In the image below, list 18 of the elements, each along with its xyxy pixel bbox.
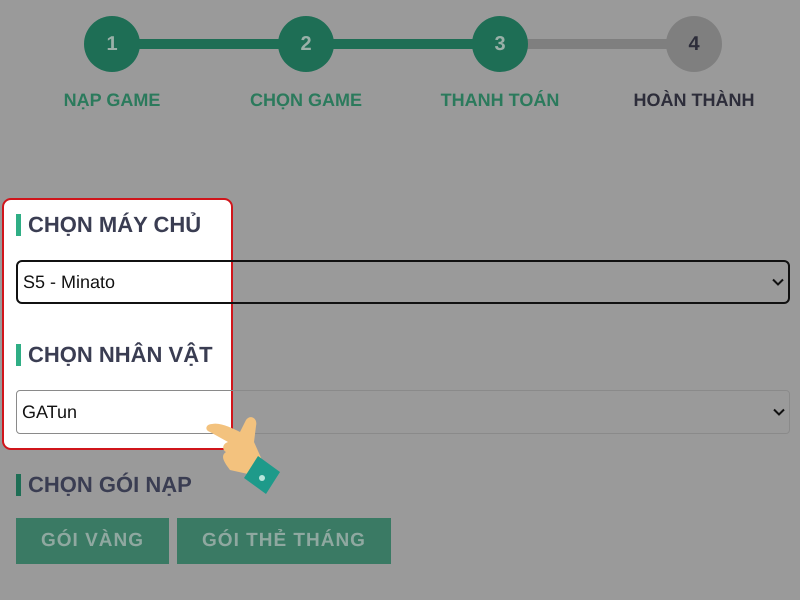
- section-heading: CHỌN GÓI NẠP: [28, 472, 192, 498]
- step-circle: 4: [666, 16, 722, 72]
- step-circle: 1: [84, 16, 140, 72]
- step-label: NẠP GAME: [64, 90, 160, 111]
- step-label: THANH TOÁN: [440, 90, 560, 111]
- chevron-down-icon: [773, 408, 785, 416]
- step-circle: 3: [472, 16, 528, 72]
- step-label: CHỌN GAME: [250, 90, 362, 111]
- section-heading: CHỌN NHÂN VẬT: [28, 342, 213, 368]
- heading-accent-bar: [16, 474, 21, 496]
- select-field[interactable]: GATun: [16, 390, 790, 434]
- step-circle: 2: [278, 16, 334, 72]
- select-field[interactable]: S5 - Minato: [16, 260, 790, 304]
- step-label: HOÀN THÀNH: [634, 90, 754, 111]
- heading-accent-bar: [16, 344, 21, 366]
- section-heading: CHỌN MÁY CHỦ: [28, 212, 202, 238]
- heading-accent-bar: [16, 214, 21, 236]
- chevron-down-icon: [772, 278, 784, 286]
